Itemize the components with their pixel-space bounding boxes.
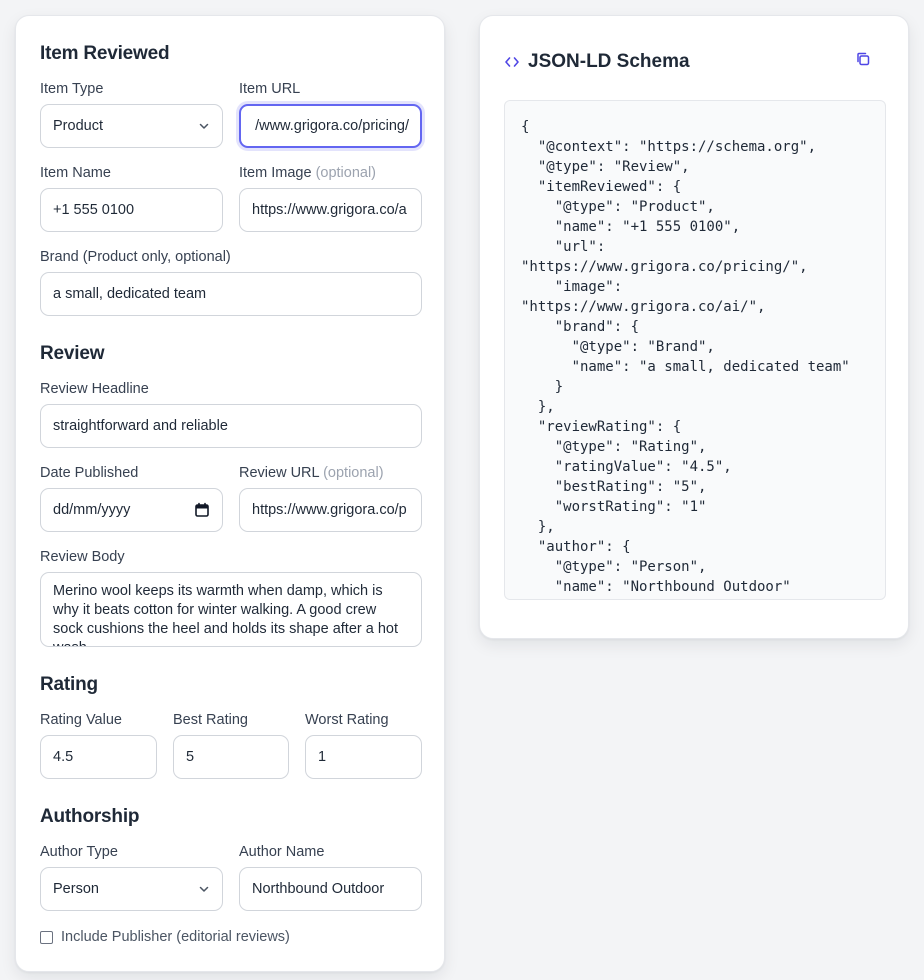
date-published-input[interactable]: dd/mm/yyyy <box>40 488 223 532</box>
author-name-input[interactable]: Northbound Outdoor <box>239 867 422 911</box>
review-url-label-text: Review URL <box>239 465 320 481</box>
include-publisher-label: Include Publisher (editorial reviews) <box>61 929 290 945</box>
date-published-label: Date Published <box>40 465 139 481</box>
review-body-value: Merino wool keeps its warmth when damp, … <box>53 583 398 646</box>
worst-rating-label: Worst Rating <box>305 712 389 728</box>
item-image-input[interactable]: https://www.grigora.co/a <box>239 188 422 232</box>
item-url-label: Item URL <box>239 81 301 97</box>
item-name-value: +1 555 0100 <box>53 202 135 218</box>
copy-icon[interactable] <box>854 50 872 68</box>
review-url-label: Review URL (optional) <box>239 465 384 481</box>
brand-input[interactable]: a small, dedicated team <box>40 272 422 316</box>
rating-value-label: Rating Value <box>40 712 122 728</box>
review-url-input[interactable]: https://www.grigora.co/p <box>239 488 422 532</box>
json-ld-preview-panel: JSON-LD Schema { "@context": "https://sc… <box>479 15 909 639</box>
rating-value-input[interactable]: 4.5 <box>40 735 157 779</box>
rating-value: 4.5 <box>53 749 74 765</box>
section-title-authorship: Authorship <box>40 806 140 827</box>
worst-rating-value: 1 <box>318 749 327 765</box>
calendar-icon[interactable] <box>194 502 210 518</box>
best-rating-label: Best Rating <box>173 712 248 728</box>
brand-value: a small, dedicated team <box>53 286 207 302</box>
author-type-value: Person <box>53 881 99 897</box>
author-name-label: Author Name <box>239 844 325 860</box>
include-publisher-row[interactable]: Include Publisher (editorial reviews) <box>40 929 290 945</box>
item-image-label: Item Image (optional) <box>239 165 376 181</box>
worst-rating-input[interactable]: 1 <box>305 735 422 779</box>
item-name-label: Item Name <box>40 165 111 181</box>
section-title-rating: Rating <box>40 674 98 695</box>
item-type-value: Product <box>53 118 103 134</box>
schema-form-panel: Item Reviewed Item Type Product Item URL… <box>15 15 445 972</box>
review-headline-input[interactable]: straightforward and reliable <box>40 404 422 448</box>
best-rating-input[interactable]: 5 <box>173 735 289 779</box>
include-publisher-checkbox[interactable] <box>40 930 53 944</box>
chevron-down-icon <box>198 120 210 132</box>
review-body-label: Review Body <box>40 549 125 565</box>
json-ld-code: { "@context": "https://schema.org", "@ty… <box>521 119 850 595</box>
author-type-label: Author Type <box>40 844 118 860</box>
review-url-value: https://www.grigora.co/p <box>252 502 407 518</box>
review-headline-value: straightforward and reliable <box>53 418 228 434</box>
item-name-input[interactable]: +1 555 0100 <box>40 188 223 232</box>
item-url-input[interactable]: /www.grigora.co/pricing/ <box>239 104 422 148</box>
schema-header: JSON-LD Schema <box>504 51 690 73</box>
code-brackets-icon <box>504 54 520 70</box>
author-type-select[interactable]: Person <box>40 867 223 911</box>
section-title-review: Review <box>40 343 105 364</box>
item-url-value: /www.grigora.co/pricing/ <box>255 118 409 134</box>
json-ld-code-block[interactable]: { "@context": "https://schema.org", "@ty… <box>504 100 886 600</box>
author-name-value: Northbound Outdoor <box>252 881 385 897</box>
date-placeholder: dd/mm/yyyy <box>53 502 131 518</box>
review-body-textarea[interactable]: Merino wool keeps its warmth when damp, … <box>40 572 422 647</box>
item-type-label: Item Type <box>40 81 104 97</box>
item-image-optional-hint: (optional) <box>315 165 377 181</box>
review-url-optional-hint: (optional) <box>323 465 384 481</box>
review-headline-label: Review Headline <box>40 381 149 397</box>
item-image-label-text: Item Image <box>239 165 312 181</box>
item-image-value: https://www.grigora.co/a <box>252 202 407 218</box>
section-title-item-reviewed: Item Reviewed <box>40 43 170 64</box>
brand-label: Brand (Product only, optional) <box>40 249 231 265</box>
item-type-select[interactable]: Product <box>40 104 223 148</box>
chevron-down-icon <box>198 883 210 895</box>
best-rating-value: 5 <box>186 749 195 765</box>
schema-title: JSON-LD Schema <box>528 51 690 72</box>
